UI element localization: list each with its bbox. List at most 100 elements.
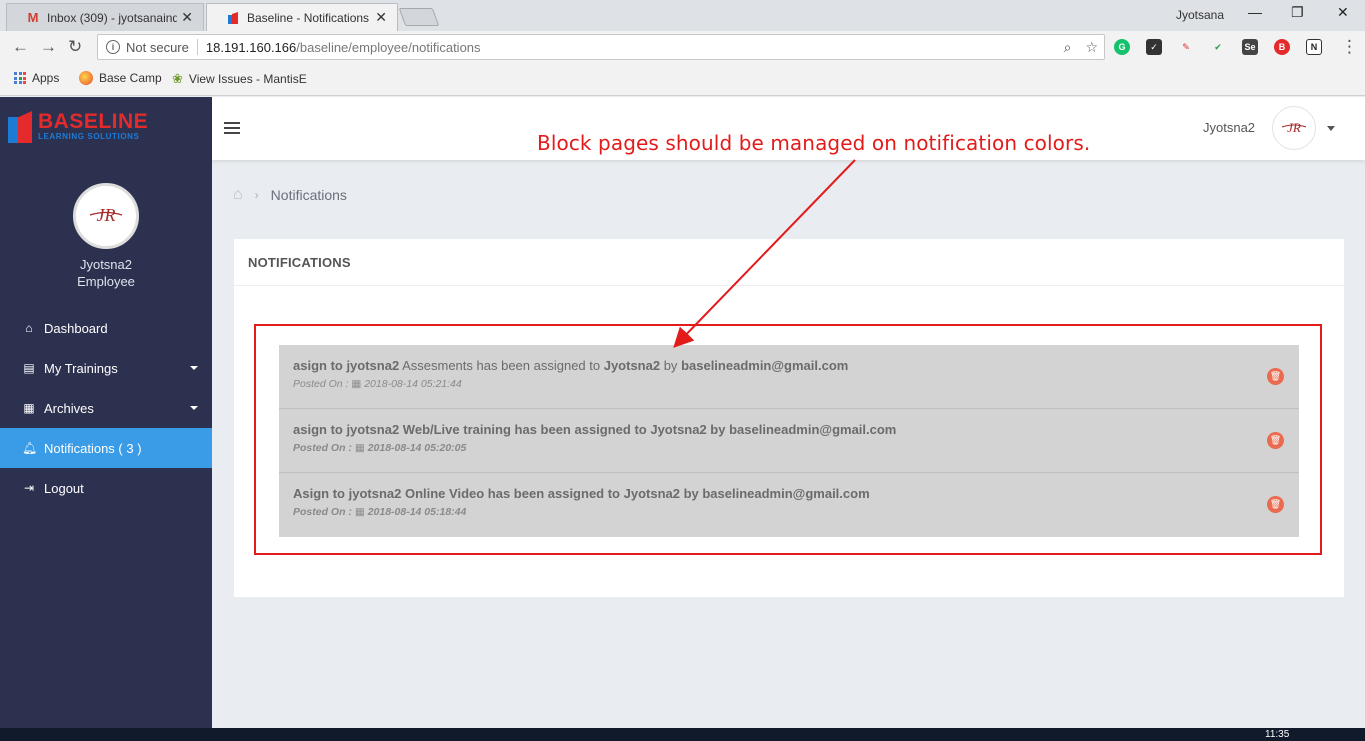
info-icon[interactable]: i — [106, 40, 120, 54]
trash-icon[interactable]: 🗑︎ — [1267, 368, 1284, 385]
notification-posted-on: Posted On : ▦ 2018-08-14 05:18:44 — [293, 506, 467, 518]
close-icon[interactable]: ✕ — [181, 9, 193, 26]
sidebar-item-my-trainings[interactable]: ▤ My Trainings — [0, 348, 212, 388]
back-icon[interactable]: ← — [12, 37, 29, 57]
basecamp-icon — [79, 71, 93, 85]
hamburger-menu-icon[interactable] — [224, 122, 240, 137]
windows-taskbar: 11:35 — [0, 728, 1365, 741]
notification-message: Asign to jyotsna2 Online Video has been … — [293, 486, 870, 501]
annotation-text: Block pages should be managed on notific… — [537, 131, 1091, 155]
breadcrumb: ⌂ › Notifications — [233, 186, 347, 204]
browser-toolbar: ← → ↻ i Not secure 18.191.160.166 /basel… — [0, 31, 1365, 64]
stylus-extension-icon[interactable]: ✎ — [1178, 39, 1194, 55]
bookmark-label: View Issues - MantisE — [188, 72, 307, 86]
baseline-favicon-icon — [225, 11, 241, 25]
calendar-icon: ▦ — [348, 378, 362, 390]
notification-item[interactable]: asign to jyotsna2 Assesments has been as… — [279, 345, 1299, 409]
new-tab-button[interactable] — [398, 8, 440, 26]
caret-down-icon — [190, 366, 198, 370]
divider — [234, 285, 1344, 286]
bookmark-star-icon[interactable]: ☆ — [1085, 39, 1098, 56]
grammarly-extension-icon[interactable]: G — [1114, 39, 1130, 55]
svg-text:JR: JR — [1287, 120, 1301, 135]
notification-item[interactable]: Asign to jyotsna2 Online Video has been … — [279, 473, 1299, 537]
calendar-icon: ▦ — [351, 442, 365, 454]
user-dropdown-caret-icon[interactable] — [1327, 126, 1335, 131]
sidebar: BASELINE LEARNING SOLUTIONS JR Jyotsna2 … — [0, 97, 212, 728]
baseline-logo[interactable]: BASELINE LEARNING SOLUTIONS — [8, 109, 148, 143]
address-bar[interactable]: i Not secure 18.191.160.166 /baseline/em… — [97, 34, 1105, 60]
taskbar-clock: 11:35 — [1265, 729, 1290, 740]
browser-profile-name[interactable]: Jyotsana — [1176, 8, 1224, 22]
sidebar-item-label: Notifications ( 3 ) — [44, 440, 142, 456]
svg-text:JR: JR — [97, 205, 116, 225]
url-host: 18.191.160.166 — [205, 39, 297, 55]
selenium-extension-icon[interactable]: Se — [1242, 39, 1258, 55]
sidebar-user-info: Jyotsna2 Employee — [0, 256, 212, 290]
sidebar-item-logout[interactable]: ⇥ Logout — [0, 468, 212, 508]
notion-extension-icon[interactable]: N — [1306, 39, 1322, 55]
record-extension-icon[interactable]: B — [1274, 39, 1290, 55]
notification-posted-on: Posted On : ▦ 2018-08-14 05:20:05 — [293, 442, 467, 454]
jr-monogram-icon: JR — [89, 205, 123, 225]
tick-extension-icon[interactable]: ✔ — [1210, 39, 1226, 55]
window-close-icon[interactable]: ✕ — [1337, 4, 1349, 21]
url-path: /baseline/employee/notifications — [296, 39, 481, 55]
trash-icon[interactable]: 🗑︎ — [1267, 496, 1284, 513]
card-title: NOTIFICATIONS — [248, 255, 351, 270]
browser-tab-inbox[interactable]: M Inbox (309) - jyotsanaind ✕ — [6, 3, 204, 31]
restore-icon[interactable]: ❐ — [1291, 4, 1304, 21]
minimize-icon[interactable]: — — [1248, 4, 1262, 20]
divider — [196, 39, 198, 55]
bookmark-label: Apps — [32, 71, 60, 85]
sidebar-user-role: Employee — [77, 274, 135, 289]
chevron-right-icon: › — [254, 188, 259, 202]
notification-list: asign to jyotsna2 Assesments has been as… — [279, 345, 1299, 537]
apps-grid-icon — [14, 72, 26, 84]
bookmark-label: Base Camp — [99, 71, 162, 85]
jr-monogram-icon: JR — [1281, 120, 1307, 135]
sidebar-item-label: My Trainings — [44, 360, 118, 376]
sidebar-item-archives[interactable]: ▦ Archives — [0, 388, 212, 428]
notification-message: asign to jyotsna2 Assesments has been as… — [293, 358, 849, 373]
home-icon[interactable]: ⌂ — [233, 186, 243, 204]
reload-icon[interactable]: ↻ — [68, 37, 82, 57]
sidebar-item-label: Dashboard — [44, 320, 108, 336]
sidebar-item-dashboard[interactable]: ⌂ Dashboard — [0, 308, 212, 348]
forward-icon[interactable]: → — [40, 37, 57, 57]
menu-kebab-icon[interactable]: ⋮ — [1341, 37, 1358, 57]
sidebar-item-notifications[interactable]: 🔔︎ Notifications ( 3 ) — [0, 428, 212, 468]
security-status[interactable]: Not secure — [126, 40, 189, 55]
notification-posted-on: Posted On : ▦ 2018-08-14 05:21:44 — [293, 378, 462, 390]
mantis-icon: ❀ — [172, 71, 183, 86]
tab-title: Inbox (309) - jyotsanaind — [47, 10, 178, 25]
notification-message: asign to jyotsna2 Web/Live training has … — [293, 422, 897, 437]
zoom-search-icon[interactable]: ⌕ — [1064, 39, 1072, 56]
logo-subtitle: LEARNING SOLUTIONS — [38, 131, 140, 141]
breadcrumb-current: Notifications — [270, 187, 347, 203]
gmail-icon: M — [27, 10, 39, 25]
bookmark-base-camp[interactable]: Base Camp — [79, 71, 162, 85]
home-icon: ⌂ — [25, 321, 33, 335]
bookmarks-bar: Apps Base Camp ❀ View Issues - MantisE — [0, 64, 1365, 96]
close-icon[interactable]: ✕ — [375, 9, 387, 26]
sidebar-menu: ⌂ Dashboard ▤ My Trainings ▦ Archives 🔔︎… — [0, 308, 212, 508]
caret-down-icon — [190, 406, 198, 410]
clipboard-icon: ▤ — [23, 361, 35, 375]
browser-tab-baseline[interactable]: Baseline - Notifications ✕ — [206, 3, 398, 31]
browser-tabstrip: M Inbox (309) - jyotsanaind ✕ Baseline -… — [0, 0, 1365, 31]
notification-item[interactable]: asign to jyotsna2 Web/Live training has … — [279, 409, 1299, 473]
sidebar-item-label: Archives — [44, 400, 94, 416]
calendar-icon: ▦ — [351, 506, 365, 518]
header-avatar[interactable]: JR — [1272, 106, 1316, 150]
bookmark-mantis[interactable]: ❀ View Issues - MantisE — [172, 71, 307, 87]
logo-title: BASELINE — [38, 109, 149, 133]
bookmark-apps[interactable]: Apps — [14, 71, 59, 85]
sidebar-avatar: JR — [73, 183, 139, 249]
sidebar-user-name: Jyotsna2 — [79, 257, 133, 272]
trash-icon[interactable]: 🗑︎ — [1267, 432, 1284, 449]
notifications-card: NOTIFICATIONS asign to jyotsna2 Assesmen… — [234, 239, 1344, 597]
header-user-name[interactable]: Jyotsna2 — [1203, 120, 1255, 135]
archive-icon: ▦ — [23, 401, 35, 415]
checkbox-extension-icon[interactable]: ✓ — [1146, 39, 1162, 55]
